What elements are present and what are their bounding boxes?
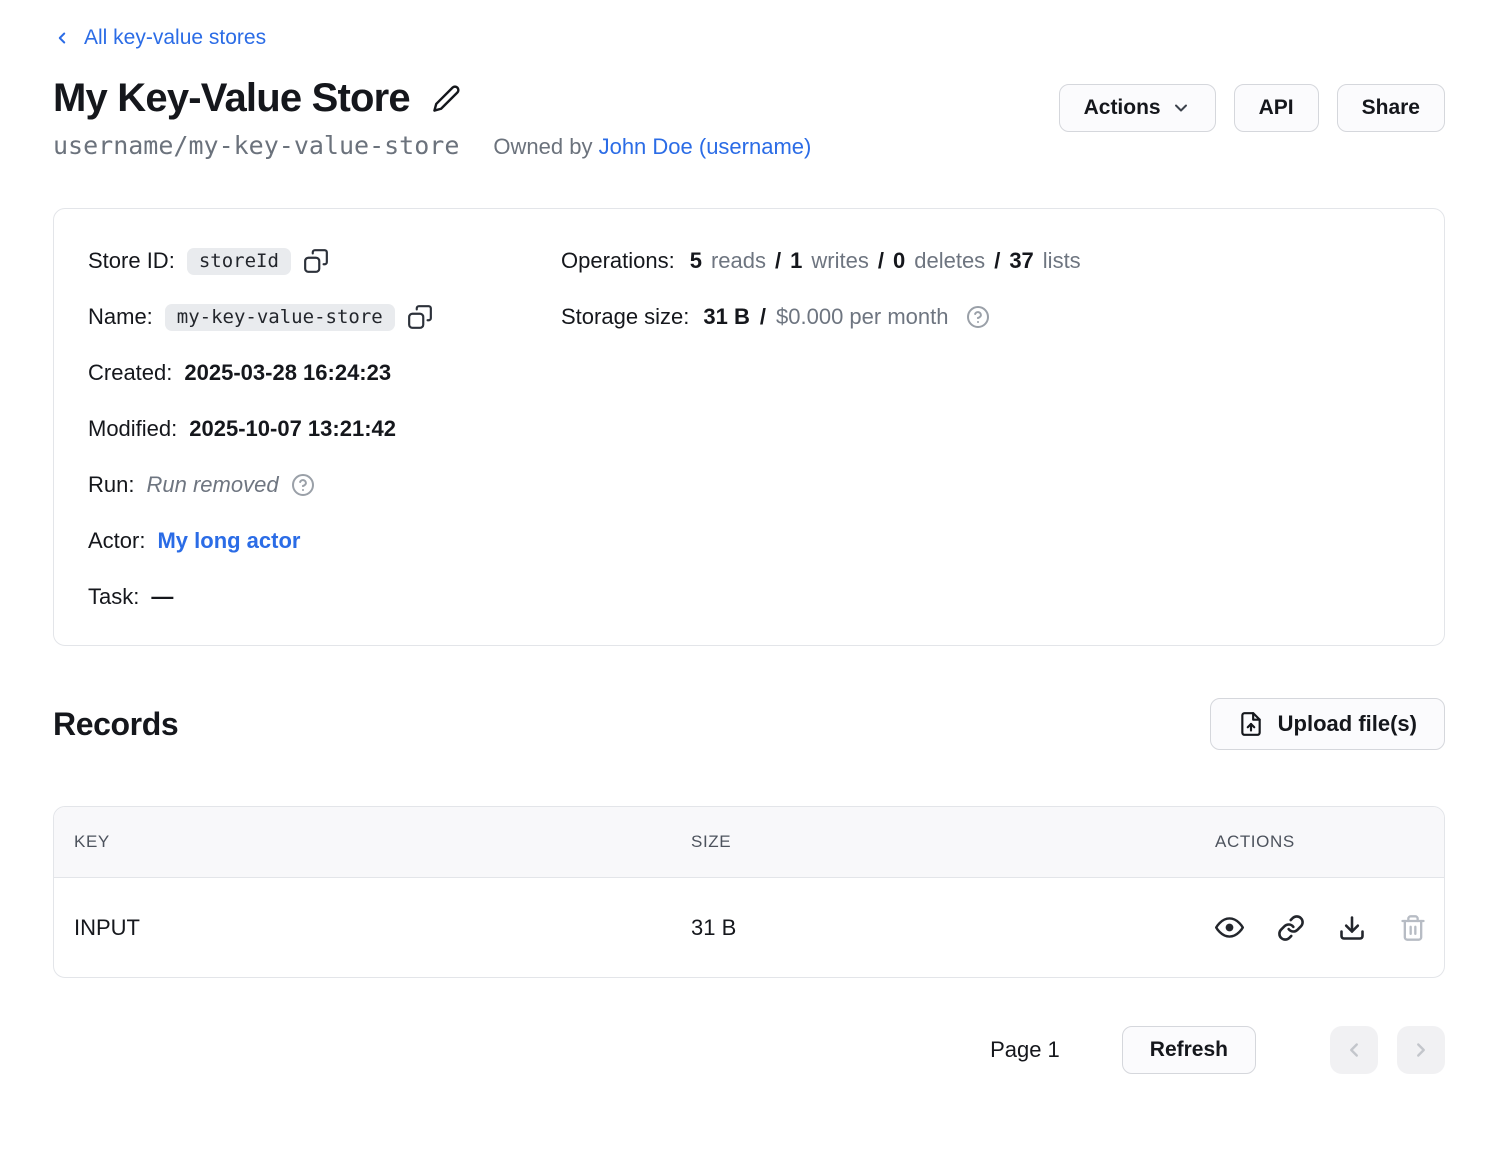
previous-page-button[interactable] bbox=[1330, 1026, 1378, 1074]
name-label: Name: bbox=[88, 304, 153, 330]
storage-size-value: 31 B bbox=[703, 304, 749, 330]
share-button[interactable]: Share bbox=[1337, 84, 1445, 132]
table-header-row: KEY SIZE ACTIONS bbox=[54, 807, 1444, 878]
download-icon bbox=[1338, 914, 1366, 942]
run-help-button[interactable] bbox=[291, 473, 315, 497]
modified-label: Modified: bbox=[88, 416, 177, 442]
store-details-card: Store ID: storeId Name: my-key-value-sto… bbox=[53, 208, 1445, 646]
record-size: 31 B bbox=[691, 915, 1162, 941]
run-label: Run: bbox=[88, 472, 134, 498]
storage-cost-value: $0.000 per month bbox=[776, 304, 948, 330]
copy-record-link-button[interactable] bbox=[1277, 914, 1305, 942]
chevron-left-icon bbox=[1343, 1039, 1365, 1061]
table-row: INPUT 31 B bbox=[54, 878, 1444, 977]
upload-files-button[interactable]: Upload file(s) bbox=[1210, 698, 1445, 750]
breadcrumb-label: All key-value stores bbox=[84, 26, 266, 50]
storage-size-row: Storage size: 31 B / $0.000 per month bbox=[561, 301, 1410, 333]
view-record-button[interactable] bbox=[1215, 913, 1244, 942]
records-heading: Records bbox=[53, 706, 178, 743]
actor-label: Actor: bbox=[88, 528, 145, 554]
name-value: my-key-value-store bbox=[165, 304, 395, 331]
file-upload-icon bbox=[1238, 711, 1264, 737]
record-key: INPUT bbox=[54, 915, 691, 941]
owned-by-text: Owned by John Doe (username) bbox=[493, 134, 811, 160]
operations-row: Operations: 5 reads / 1 writes / 0 delet… bbox=[561, 245, 1410, 277]
run-value: Run removed bbox=[146, 472, 278, 498]
run-row: Run: Run removed bbox=[88, 469, 561, 501]
created-label: Created: bbox=[88, 360, 172, 386]
link-icon bbox=[1277, 914, 1305, 942]
owner-link[interactable]: John Doe (username) bbox=[599, 134, 812, 159]
created-value: 2025-03-28 16:24:23 bbox=[184, 360, 391, 386]
storage-help-button[interactable] bbox=[966, 305, 990, 329]
task-value: — bbox=[151, 584, 173, 610]
next-page-button[interactable] bbox=[1397, 1026, 1445, 1074]
modified-row: Modified: 2025-10-07 13:21:42 bbox=[88, 413, 561, 445]
chevron-down-icon bbox=[1171, 98, 1191, 118]
page-header: My Key-Value Store username/my-key-value… bbox=[53, 76, 1445, 160]
operations-label: Operations: bbox=[561, 248, 675, 274]
store-id-label: Store ID: bbox=[88, 248, 175, 274]
chevron-left-icon bbox=[53, 29, 71, 47]
store-id-row: Store ID: storeId bbox=[88, 245, 561, 277]
storage-size-label: Storage size: bbox=[561, 304, 689, 330]
page-indicator: Page 1 bbox=[990, 1037, 1060, 1063]
actor-row: Actor: My long actor bbox=[88, 525, 561, 557]
records-table: KEY SIZE ACTIONS INPUT 31 B bbox=[53, 806, 1445, 978]
column-header-actions: ACTIONS bbox=[1162, 832, 1444, 852]
copy-icon bbox=[303, 248, 329, 274]
question-circle-icon bbox=[966, 305, 990, 329]
task-label: Task: bbox=[88, 584, 139, 610]
task-row: Task: — bbox=[88, 581, 561, 613]
copy-icon bbox=[407, 304, 433, 330]
copy-name-button[interactable] bbox=[407, 304, 433, 330]
column-header-key: KEY bbox=[54, 832, 691, 852]
records-header: Records Upload file(s) bbox=[53, 698, 1445, 750]
api-button[interactable]: API bbox=[1234, 84, 1319, 132]
download-record-button[interactable] bbox=[1338, 914, 1366, 942]
modified-value: 2025-10-07 13:21:42 bbox=[189, 416, 396, 442]
question-circle-icon bbox=[291, 473, 315, 497]
refresh-button[interactable]: Refresh bbox=[1122, 1026, 1256, 1074]
column-header-size: SIZE bbox=[691, 832, 1162, 852]
created-row: Created: 2025-03-28 16:24:23 bbox=[88, 357, 561, 389]
actions-button[interactable]: Actions bbox=[1059, 84, 1216, 132]
chevron-right-icon bbox=[1410, 1039, 1432, 1061]
store-id-value: storeId bbox=[187, 248, 291, 275]
store-path: username/my-key-value-store bbox=[53, 131, 459, 160]
actor-link[interactable]: My long actor bbox=[157, 528, 300, 554]
page-title: My Key-Value Store bbox=[53, 76, 410, 121]
eye-icon bbox=[1215, 913, 1244, 942]
edit-title-button[interactable] bbox=[430, 82, 463, 115]
pagination-bar: Page 1 Refresh bbox=[53, 1026, 1445, 1074]
name-row: Name: my-key-value-store bbox=[88, 301, 561, 333]
delete-record-button[interactable] bbox=[1399, 914, 1427, 942]
trash-icon bbox=[1399, 914, 1427, 942]
pencil-icon bbox=[432, 84, 461, 113]
copy-store-id-button[interactable] bbox=[303, 248, 329, 274]
breadcrumb-back-link[interactable]: All key-value stores bbox=[53, 26, 266, 50]
